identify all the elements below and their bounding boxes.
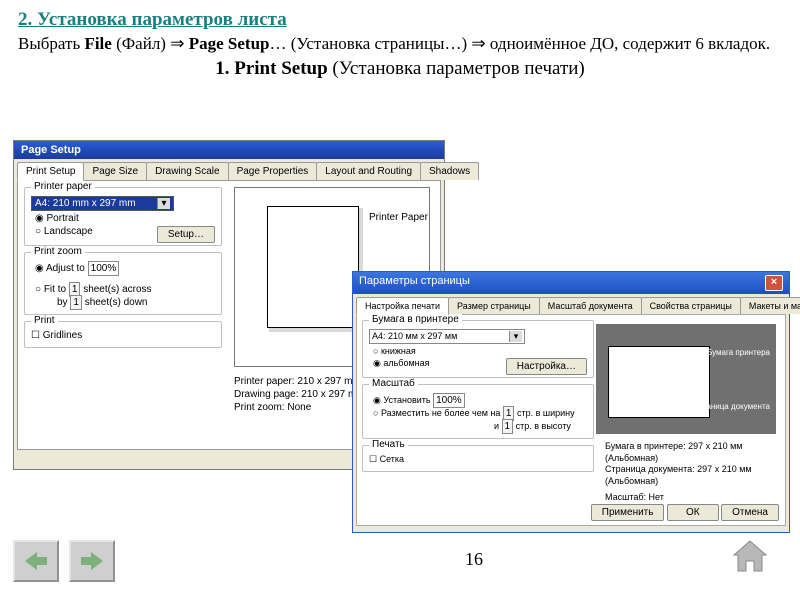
label-printer-paper: Бумага принтера [707, 348, 770, 357]
tab-print-setup[interactable]: Настройка печати [356, 297, 449, 315]
paper-info: Printer paper: 210 x 297 mm Drawing page… [234, 375, 365, 414]
tab-page-size[interactable]: Размер страницы [448, 297, 540, 314]
setup-button[interactable]: Настройка… [506, 358, 587, 375]
ok-button[interactable]: ОК [667, 504, 719, 521]
page-setup-dialog-ru: Параметры страницы× Настройка печати Раз… [352, 271, 790, 533]
radio-adjust[interactable]: ◉ Установить 100% [369, 395, 587, 406]
home-button[interactable] [730, 539, 770, 580]
group-printer-paper: Printer paper [31, 181, 95, 192]
paper-size-select[interactable]: A4: 210 mm x 297 mm▾ [31, 196, 174, 211]
arrow-left-icon [23, 550, 49, 572]
checkbox-grid[interactable]: ☐ Сетка [369, 454, 404, 464]
preview-pane: Бумага принтера Страница документа [596, 324, 776, 434]
arrow-right-icon [79, 550, 105, 572]
tab-drawing-scale[interactable]: Drawing Scale [146, 162, 228, 180]
setup-button[interactable]: Setup… [157, 226, 215, 243]
checkbox-gridlines[interactable]: ☐ Gridlines [31, 330, 82, 341]
tab-layouts[interactable]: Макеты и маршруты [740, 297, 800, 314]
tab-page-props[interactable]: Свойства страницы [641, 297, 741, 314]
radio-adjust[interactable]: ◉ Adjust to 100% [31, 263, 215, 274]
label-printer-paper: Printer Paper [369, 212, 428, 223]
dialog-titlebar: Параметры страницы× [353, 272, 789, 294]
next-slide-button[interactable] [69, 540, 115, 582]
intro-line: Выбрать File (Файл) ⇒ Page Setup… (Устан… [18, 33, 782, 55]
nav-arrows [13, 540, 115, 582]
cancel-button[interactable]: Отмена [721, 504, 779, 521]
radio-portrait[interactable]: ○ книжная [369, 346, 587, 356]
fit-down-input[interactable]: 1 [502, 419, 514, 434]
label-doc-page: Страница документа [693, 402, 771, 411]
paper-info: Бумага в принтере: 297 x 210 мм (Альбомн… [605, 441, 785, 503]
radio-portrait[interactable]: ◉ Portrait [31, 213, 215, 224]
group-scale: Масштаб [369, 378, 418, 389]
radio-fit[interactable]: ○ Fit to 1 sheet(s) across [31, 284, 215, 295]
tab-doc-scale[interactable]: Масштаб документа [539, 297, 642, 314]
group-print: Print [31, 315, 58, 326]
chevron-down-icon[interactable]: ▾ [157, 198, 170, 209]
section-heading: 2. Установка параметров листа [18, 8, 782, 33]
home-icon [730, 539, 770, 575]
close-icon[interactable]: × [765, 275, 783, 291]
paper-size-select[interactable]: A4: 210 мм x 297 мм▾ [369, 329, 525, 344]
subheading: 1. Print Setup (Установка параметров печ… [18, 57, 782, 82]
group-print: Печать [369, 439, 408, 450]
fit-down-input[interactable]: 1 [70, 295, 82, 310]
dialog-tabs: Print Setup Page Size Drawing Scale Page… [17, 162, 444, 180]
tab-page-size[interactable]: Page Size [83, 162, 147, 180]
radio-fit[interactable]: ○ Разместить не более чем на 1 стр. в ши… [369, 408, 587, 419]
group-print-zoom: Print zoom [31, 246, 85, 257]
page-number: 16 [465, 549, 483, 570]
dialog-titlebar: Page Setup [14, 141, 444, 159]
apply-button[interactable]: Применить [591, 504, 665, 521]
tab-layout-routing[interactable]: Layout and Routing [316, 162, 421, 180]
chevron-down-icon[interactable]: ▾ [509, 331, 522, 342]
group-printer-paper: Бумага в принтере [369, 314, 462, 325]
prev-slide-button[interactable] [13, 540, 59, 582]
tab-shadows[interactable]: Shadows [420, 162, 479, 180]
tab-page-properties[interactable]: Page Properties [228, 162, 318, 180]
tab-print-setup[interactable]: Print Setup [17, 162, 84, 181]
